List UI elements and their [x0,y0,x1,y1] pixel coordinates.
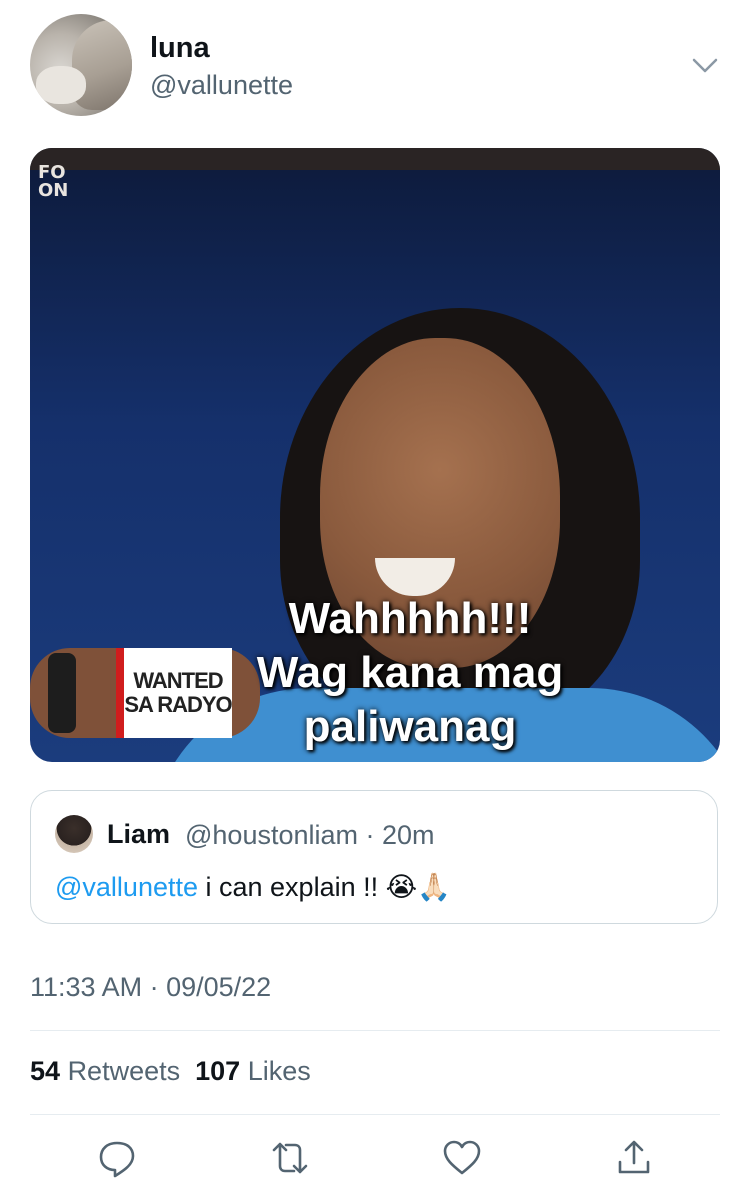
quoted-tweet[interactable]: Liam @houstonliam · 20m @vallunette i ca… [30,790,718,924]
retweet-icon[interactable] [270,1138,310,1178]
retweets-stat[interactable]: 54 Retweets [30,1056,180,1086]
likes-count: 107 [195,1056,241,1086]
media-caption: Wahhhhh!!! Wag kana mag paliwanag [200,592,620,754]
media-logo-line: ON [38,180,69,201]
quoted-author-name: Liam [107,819,171,849]
media-top-bar [30,148,720,170]
author-name[interactable]: luna [150,32,210,65]
chevron-down-icon[interactable] [692,58,718,74]
tweet-timestamp[interactable]: 11:33 AM · 09/05/22 [30,972,271,1003]
author-handle[interactable]: @vallunette [150,70,293,101]
retweets-label: Retweets [67,1056,181,1086]
tweet-actions [0,1138,750,1182]
media-logo: FO ON [38,164,68,200]
tweet-stats: 54 Retweets 107 Likes [30,1056,311,1087]
tweet-header: luna @vallunette [30,14,730,124]
quoted-tweet-text: @vallunette i can explain !! 😭🙏🏻 [55,871,451,903]
share-icon[interactable] [614,1138,654,1178]
media-caption-line: Wahhhhh!!! [288,594,532,643]
quoted-mention-link[interactable]: @vallunette [55,872,198,902]
quoted-author-meta: @houstonliam · 20m [185,820,435,850]
quoted-author-avatar [55,815,93,853]
like-icon[interactable] [442,1138,482,1178]
reply-icon[interactable] [97,1138,137,1178]
divider [30,1114,720,1115]
likes-stat[interactable]: 107 Likes [195,1056,311,1086]
divider [30,1030,720,1031]
media-watch [48,653,76,733]
tweet-media-image[interactable]: FO ON WANTED SA RADYO Wahhhhh!!! Wag kan… [30,148,720,762]
retweets-count: 54 [30,1056,61,1086]
likes-label: Likes [247,1056,311,1086]
avatar-cat [36,66,86,104]
author-avatar[interactable] [30,14,132,116]
media-caption-line: paliwanag [303,702,517,751]
quoted-body: i can explain !! 😭🙏🏻 [198,872,451,902]
media-caption-line: Wag kana mag [256,648,564,697]
